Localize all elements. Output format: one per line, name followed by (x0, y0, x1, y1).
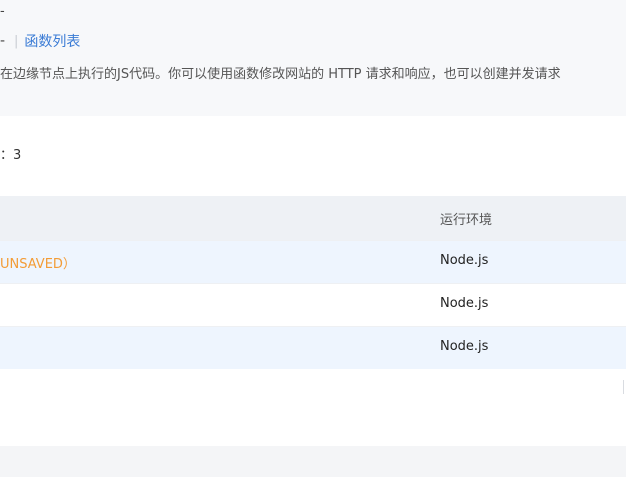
breadcrumb: - | 函数列表 (0, 31, 80, 51)
function-runtime: Node.js (440, 339, 489, 354)
breadcrumb-parent[interactable]: - (0, 33, 6, 49)
function-runtime: Node.js (440, 296, 489, 311)
table-header: 运行环境 (0, 196, 626, 240)
breadcrumb-separator: | (14, 33, 19, 49)
page-footer (0, 446, 626, 477)
function-table-card: ：3 运行环境 UNSAVED） Node.js Node.js Node.js (0, 116, 626, 446)
scrollbar-mark[interactable] (623, 380, 624, 394)
breadcrumb-fragment: - (0, 4, 5, 19)
function-list-page: - - | 函数列表 在边缘节点上执行的JS代码。你可以使用函数修改网站的 HT… (0, 0, 626, 477)
table-row[interactable]: UNSAVED） Node.js (0, 240, 626, 283)
column-header-runtime[interactable]: 运行环境 (440, 209, 492, 228)
function-table: 运行环境 UNSAVED） Node.js Node.js Node.js (0, 196, 626, 369)
table-row[interactable]: Node.js (0, 326, 626, 369)
page-header: - - | 函数列表 在边缘节点上执行的JS代码。你可以使用函数修改网站的 HT… (0, 0, 626, 116)
function-name-status[interactable]: UNSAVED） (0, 253, 76, 272)
breadcrumb-function-list-link[interactable]: 函数列表 (24, 31, 80, 51)
function-count: ：3 (0, 148, 22, 163)
table-row[interactable]: Node.js (0, 283, 626, 326)
page-description: 在边缘节点上执行的JS代码。你可以使用函数修改网站的 HTTP 请求和响应，也可… (0, 67, 561, 82)
function-runtime: Node.js (440, 253, 489, 268)
